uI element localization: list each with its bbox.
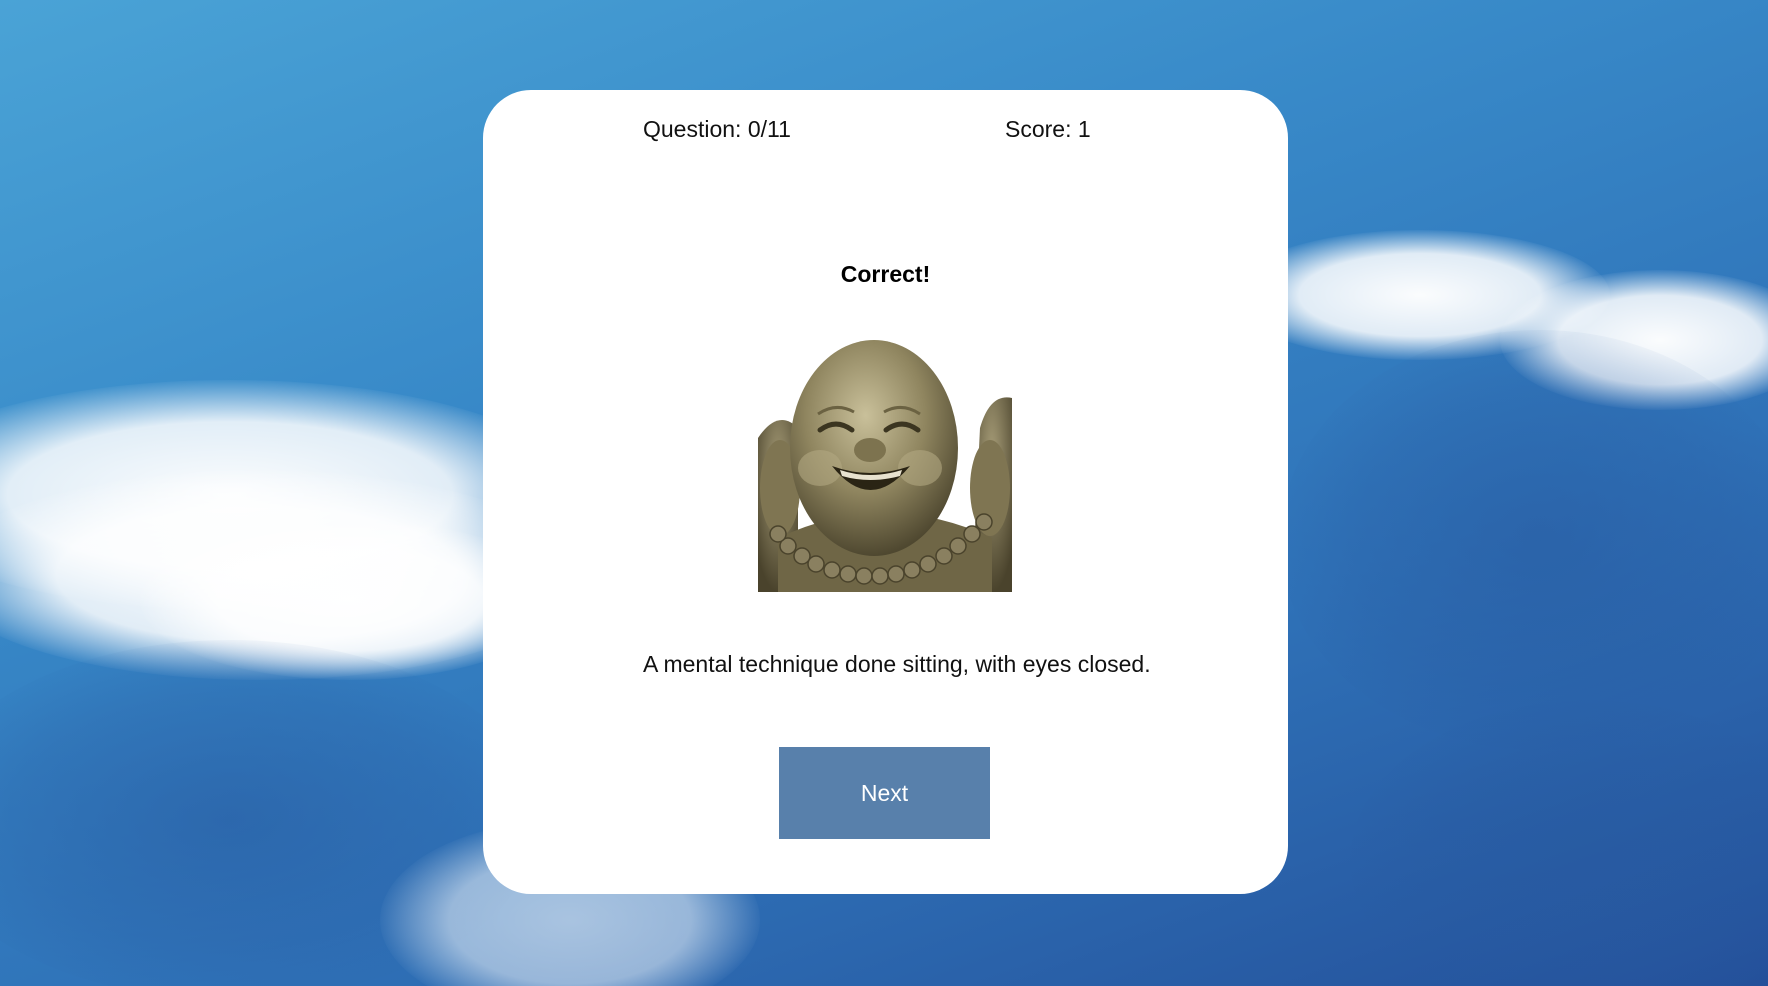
question-counter: Question: 0/11 [643, 116, 791, 142]
answer-feedback: Correct! [840, 261, 931, 287]
score-display: Score: 1 [1005, 116, 1091, 142]
buddha-illustration [758, 338, 1012, 592]
next-button[interactable]: Next [779, 747, 990, 839]
buddha-statue-image [758, 338, 1012, 592]
question-description: A mental technique done sitting, with ey… [643, 651, 1151, 677]
quiz-card: Question: 0/11 Score: 1 Correct! A menta… [483, 90, 1288, 894]
